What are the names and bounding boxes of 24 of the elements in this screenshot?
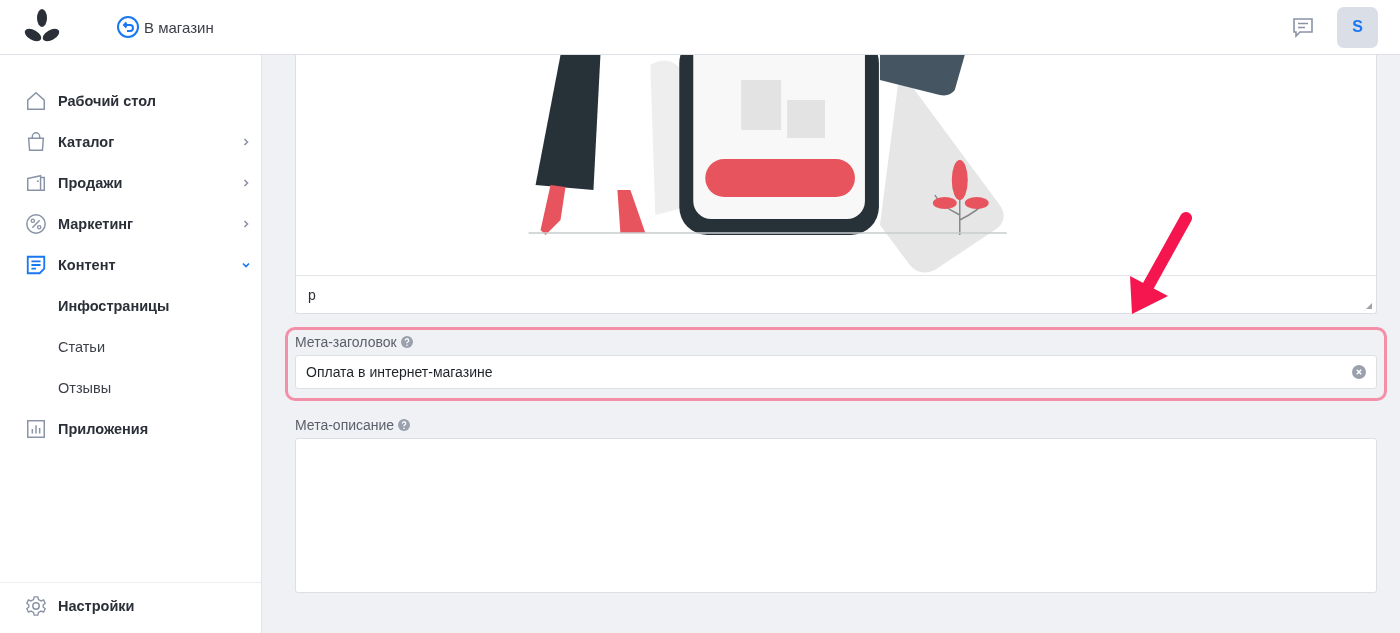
field-label: Мета-заголовок [295, 334, 397, 350]
field-label: Мета-описание [295, 417, 395, 433]
meta-description-field[interactable] [295, 438, 1377, 593]
sidebar-item[interactable]: Каталог [0, 121, 261, 162]
settings-label: Настройки [58, 598, 135, 614]
help-icon[interactable] [398, 419, 411, 431]
editor-text: p [308, 286, 316, 303]
help-icon[interactable] [400, 336, 413, 348]
settings-icon [25, 595, 47, 617]
chat-icon[interactable] [1291, 15, 1315, 39]
sidebar-item[interactable]: Маркетинг [0, 203, 261, 244]
sidebar-item[interactable]: Рабочий стол [0, 80, 261, 121]
meta-title-field[interactable]: Оплата в интернет-магазине [295, 355, 1377, 389]
clear-icon[interactable] [1352, 365, 1366, 379]
submenu-item[interactable]: Инфостраницы [0, 285, 261, 326]
sidebar-item[interactable]: Контент [0, 244, 261, 285]
submenu-item[interactable]: Отзывы [0, 367, 261, 408]
sidebar-item[interactable]: Продажи [0, 162, 261, 203]
back-to-store-link[interactable]: В магазин [117, 16, 214, 38]
submenu-item[interactable]: Статьи [0, 326, 261, 367]
sidebar-item[interactable]: Приложения [0, 408, 261, 449]
content-editor[interactable]: p [295, 55, 1377, 314]
settings-item[interactable]: Настройки [0, 582, 261, 629]
resize-handle-icon[interactable] [1365, 302, 1373, 310]
